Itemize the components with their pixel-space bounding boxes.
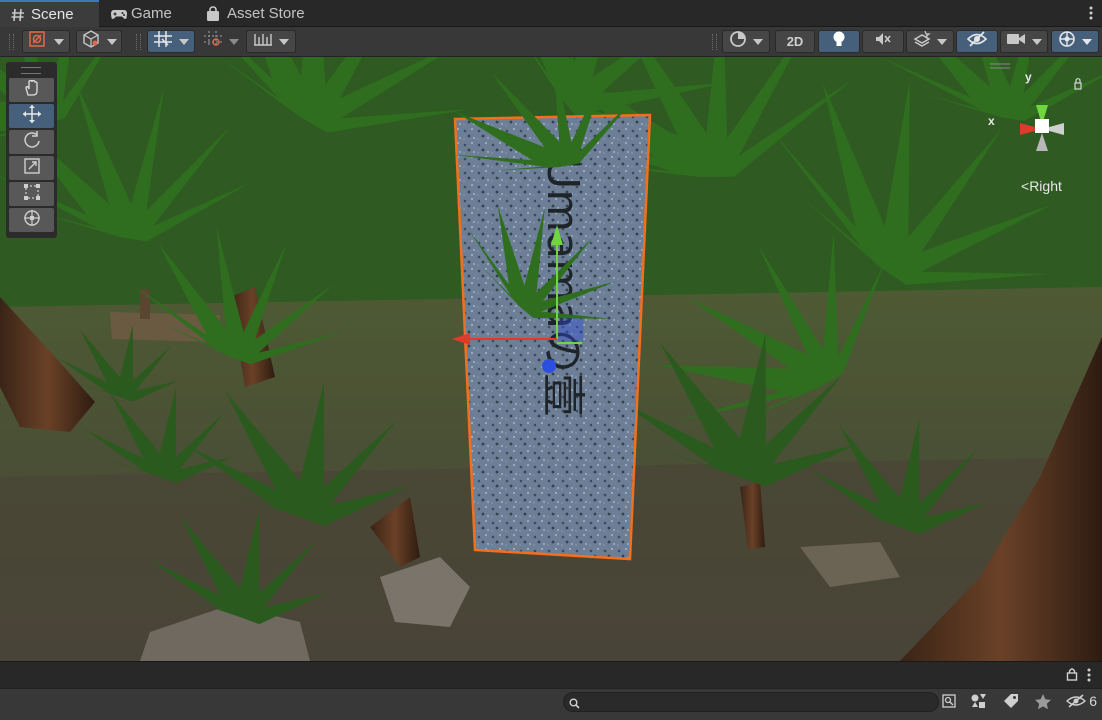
gamepad-icon [110, 6, 127, 22]
tab-game[interactable]: Game [100, 0, 190, 27]
search-input[interactable] [582, 694, 926, 712]
scene-viewport[interactable]: Umamaの壹 y x <Right [0, 57, 1102, 661]
scale-icon [23, 157, 41, 180]
rect-icon [23, 183, 41, 206]
cube-icon [81, 30, 101, 53]
panel-header-bar [0, 661, 1102, 688]
camera-icon [1006, 31, 1026, 52]
rect-tool-button[interactable] [9, 182, 54, 206]
lock-icon[interactable] [1066, 667, 1078, 686]
gizmo-view-label[interactable]: <Right [1021, 178, 1062, 194]
audio-toggle[interactable] [862, 30, 904, 53]
chevron-down-icon [937, 38, 947, 45]
chevron-down-icon [753, 38, 763, 45]
tab-label: Scene [31, 6, 74, 23]
effects-icon [913, 30, 931, 53]
gizmos-dropdown[interactable] [1051, 30, 1099, 53]
chevron-down-icon [1032, 38, 1042, 45]
chevron-down-icon [107, 38, 117, 45]
move-icon [22, 104, 42, 129]
hand-tool-button[interactable] [9, 78, 54, 102]
hidden-objects-toggle[interactable] [956, 30, 998, 53]
search-icon [569, 696, 580, 714]
transform-icon [22, 208, 42, 233]
draw-mode-dropdown[interactable] [722, 30, 770, 53]
grid-snap-icon [153, 30, 173, 53]
audio-mute-icon [874, 30, 892, 53]
more-options-icon[interactable] [1088, 5, 1094, 21]
chevron-left-icon: < [1021, 178, 1030, 194]
more-options-icon[interactable] [1086, 667, 1092, 688]
chevron-down-icon [229, 38, 239, 45]
hash-icon [10, 7, 26, 23]
search-by-type-icon[interactable] [941, 693, 959, 711]
gizmos-icon [1058, 30, 1076, 53]
chevron-down-icon [279, 38, 289, 45]
increment-snap-dropdown[interactable] [198, 30, 244, 53]
lighting-icon [831, 30, 847, 53]
tab-label: Game [131, 5, 172, 22]
gizmo-axis-y-label: y [1025, 70, 1032, 84]
lock-icon [1074, 77, 1082, 90]
transform-tool-button[interactable] [9, 208, 54, 232]
tab-label: Asset Store [227, 5, 305, 22]
grid-snap-toggle[interactable] [147, 30, 195, 53]
toolbar-grip[interactable] [9, 34, 14, 50]
increment-snap-icon [203, 30, 223, 53]
chevron-down-icon [54, 38, 64, 45]
toolbar-grip[interactable] [136, 34, 141, 50]
tool-palette [6, 62, 57, 238]
tool-handle-icon [28, 30, 48, 53]
shopping-bag-icon [206, 5, 222, 22]
move-tool-button[interactable] [9, 104, 54, 128]
hand-icon [23, 79, 41, 102]
rotate-tool-button[interactable] [9, 130, 54, 154]
gizmo-axis-x-label: x [988, 114, 995, 128]
scene-render[interactable]: Umamaの壹 [0, 57, 1102, 661]
scale-tool-button[interactable] [9, 156, 54, 180]
view-name: Right [1029, 178, 1062, 194]
draw-mode-icon [729, 30, 747, 53]
hierarchy-toolbar: 6 [0, 688, 1102, 720]
hidden-eye-icon[interactable] [1065, 693, 1087, 711]
hidden-count: 6 [1089, 693, 1097, 709]
effects-dropdown[interactable] [906, 30, 954, 53]
tab-scene[interactable]: Scene [0, 0, 99, 27]
chevron-down-icon [179, 38, 189, 45]
2d-toggle[interactable]: 2D [775, 30, 815, 53]
scene-toolbar: 2D [0, 27, 1102, 57]
rotate-icon [22, 130, 42, 155]
camera-dropdown[interactable] [1000, 30, 1048, 53]
palette-handle[interactable] [21, 67, 41, 74]
tag-icon[interactable] [1003, 693, 1021, 711]
lighting-toggle[interactable] [818, 30, 860, 53]
tool-handle-dropdown[interactable] [22, 30, 70, 53]
ruler-icon [253, 30, 273, 53]
pivot-dropdown[interactable] [76, 30, 122, 53]
tab-bar: Scene Game Asset Store [0, 0, 1102, 27]
2d-label: 2D [786, 34, 804, 49]
star-icon[interactable] [1034, 693, 1052, 711]
ruler-dropdown[interactable] [246, 30, 296, 53]
tab-asset-store[interactable]: Asset Store [196, 0, 326, 27]
hidden-objects-icon [966, 30, 988, 53]
toolbar-grip[interactable] [712, 34, 717, 50]
filter-type-icon[interactable] [970, 693, 988, 711]
chevron-down-icon [1082, 38, 1092, 45]
search-field[interactable] [563, 692, 939, 712]
